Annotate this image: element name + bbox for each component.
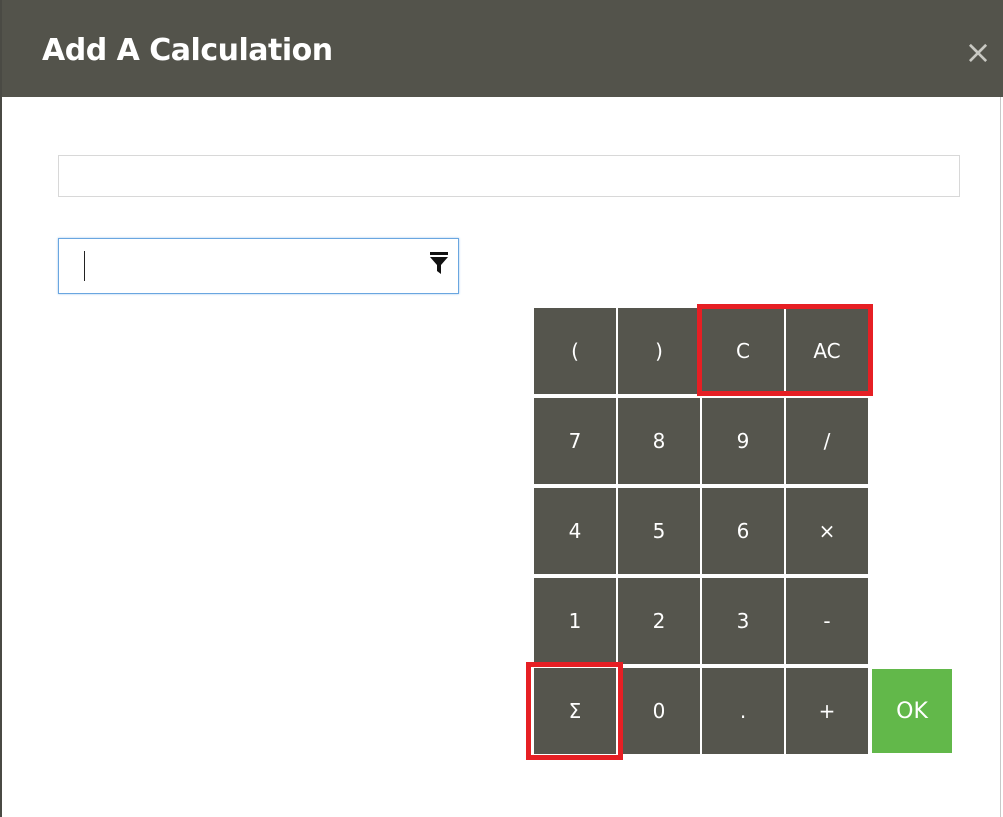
key-open-paren[interactable]: (	[534, 308, 616, 394]
key-decimal[interactable]: .	[702, 668, 784, 754]
key-1[interactable]: 1	[534, 578, 616, 664]
key-4[interactable]: 4	[534, 488, 616, 574]
key-5[interactable]: 5	[618, 488, 700, 574]
key-multiply[interactable]: ×	[786, 488, 868, 574]
close-icon[interactable]: ×	[960, 34, 996, 70]
text-caret	[84, 251, 85, 281]
add-calculation-dialog: Add A Calculation × ( ) C AC 7 8 9 / 4 5…	[0, 0, 1003, 817]
key-sum[interactable]: Σ	[534, 668, 616, 754]
key-all-clear[interactable]: AC	[786, 308, 868, 394]
field-select[interactable]	[58, 238, 459, 294]
key-2[interactable]: 2	[618, 578, 700, 664]
key-8[interactable]: 8	[618, 398, 700, 484]
key-subtract[interactable]: -	[786, 578, 868, 664]
key-9[interactable]: 9	[702, 398, 784, 484]
key-3[interactable]: 3	[702, 578, 784, 664]
dialog-titlebar: Add A Calculation ×	[2, 0, 1003, 97]
ok-button[interactable]: OK	[872, 669, 952, 753]
key-6[interactable]: 6	[702, 488, 784, 574]
calculation-name-input[interactable]	[58, 155, 960, 197]
key-add[interactable]: +	[786, 668, 868, 754]
key-close-paren[interactable]: )	[618, 308, 700, 394]
field-select-input[interactable]	[81, 247, 401, 285]
filter-icon[interactable]	[429, 251, 449, 275]
key-clear[interactable]: C	[702, 308, 784, 394]
key-divide[interactable]: /	[786, 398, 868, 484]
key-0[interactable]: 0	[618, 668, 700, 754]
dialog-title: Add A Calculation	[42, 33, 333, 68]
key-7[interactable]: 7	[534, 398, 616, 484]
